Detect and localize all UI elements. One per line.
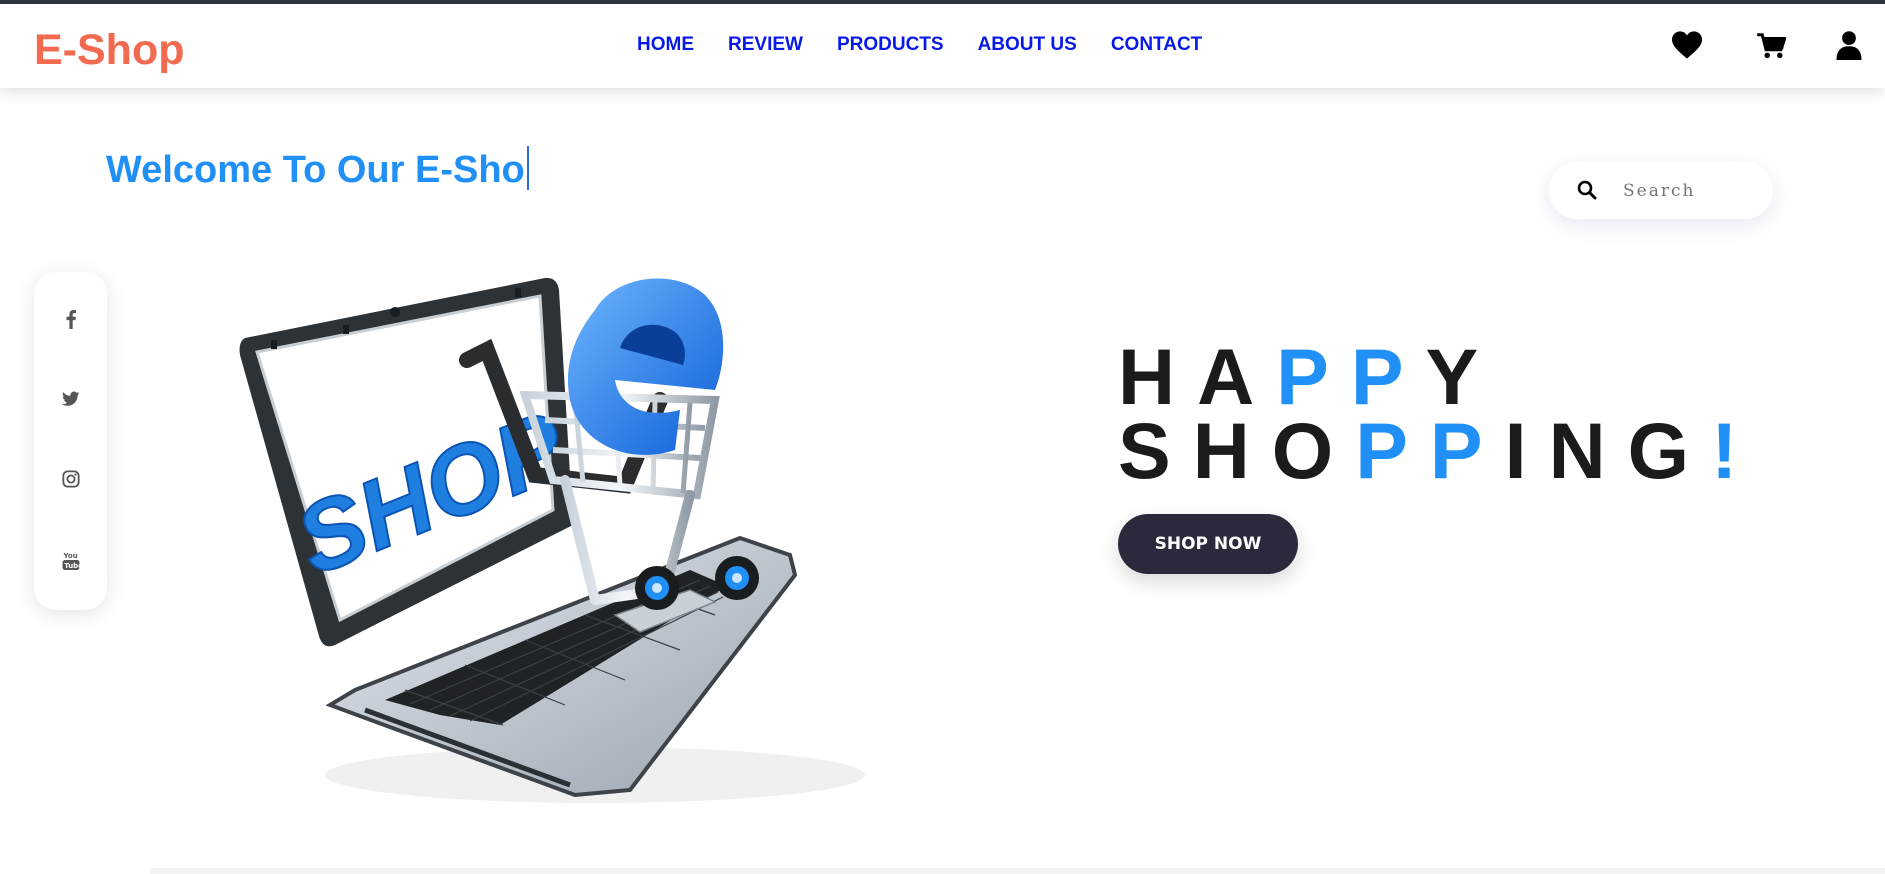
headline-letter: S: [1118, 406, 1193, 495]
headline-letter: P: [1429, 406, 1505, 495]
nav-about-us[interactable]: ABOUT US: [978, 34, 1077, 56]
shop-now-button[interactable]: SHOP NOW: [1118, 514, 1298, 574]
happy-shopping-headline: HAPPY SHOPPING!: [1118, 337, 1759, 490]
search-icon[interactable]: [1577, 180, 1597, 205]
search-box: [1549, 162, 1773, 219]
youtube-icon[interactable]: You Tube: [58, 548, 84, 574]
search-input[interactable]: [1621, 176, 1765, 206]
hero-laptop-cart-image: SHOP: [235, 270, 885, 820]
headline-line-1: HAPPY: [1118, 337, 1759, 416]
welcome-text: Welcome To Our E-Sho: [106, 149, 525, 191]
headline-letter: O: [1271, 406, 1356, 495]
section-divider: [150, 868, 1885, 874]
welcome-heading: Welcome To Our E-Sho: [106, 146, 529, 192]
headline-line-2: SHOPPING!: [1118, 411, 1759, 490]
twitter-icon[interactable]: [58, 386, 84, 412]
nav-products[interactable]: PRODUCTS: [837, 34, 944, 56]
headline-letter: G: [1627, 406, 1712, 495]
main-nav: HOME REVIEW PRODUCTS ABOUT US CONTACT: [637, 34, 1236, 56]
headline-letter: P: [1355, 406, 1430, 495]
heart-icon[interactable]: [1670, 30, 1704, 64]
typing-caret: [526, 146, 529, 190]
headline-letter: N: [1548, 406, 1628, 495]
cart-icon[interactable]: [1756, 32, 1790, 66]
nav-home[interactable]: HOME: [637, 34, 694, 56]
social-sidebar: You Tube: [34, 272, 107, 610]
svg-text:Tube: Tube: [64, 562, 80, 570]
instagram-icon[interactable]: [58, 466, 84, 492]
facebook-icon[interactable]: [58, 306, 84, 332]
logo[interactable]: E-Shop: [34, 26, 184, 75]
headline-letter: !: [1711, 406, 1760, 495]
navbar: E-Shop HOME REVIEW PRODUCTS ABOUT US CON…: [0, 4, 1885, 88]
user-icon[interactable]: [1836, 30, 1870, 64]
svg-text:You: You: [63, 552, 78, 560]
nav-contact[interactable]: CONTACT: [1111, 34, 1202, 56]
headline-letter: H: [1192, 406, 1272, 495]
nav-review[interactable]: REVIEW: [728, 34, 803, 56]
headline-letter: I: [1504, 406, 1549, 495]
